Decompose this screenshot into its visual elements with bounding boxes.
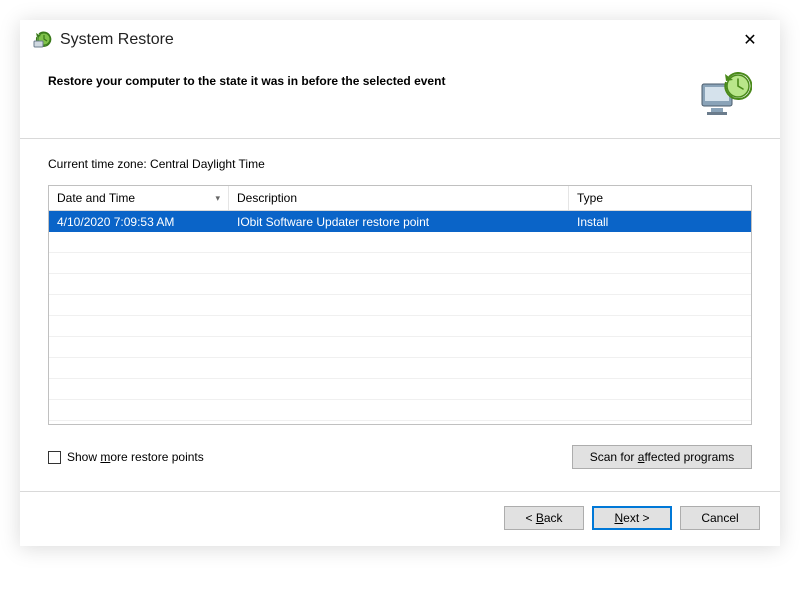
content-area: Current time zone: Central Daylight Time… bbox=[20, 139, 780, 492]
timezone-label: Current time zone: Central Daylight Time bbox=[48, 157, 752, 171]
show-more-label: Show more restore points bbox=[67, 450, 204, 464]
next-button[interactable]: Next > bbox=[592, 506, 672, 530]
restore-points-table[interactable]: Date and Time ▾ Description Type 4/10/20… bbox=[48, 185, 752, 425]
wizard-footer: < Back Next > Cancel bbox=[20, 492, 780, 546]
column-header-date-time-label: Date and Time bbox=[57, 191, 135, 205]
show-more-restore-points-checkbox[interactable]: Show more restore points bbox=[48, 450, 204, 464]
back-button[interactable]: < Back bbox=[504, 506, 584, 530]
table-row[interactable]: 4/10/2020 7:09:53 AM IObit Software Upda… bbox=[49, 211, 751, 232]
column-header-description[interactable]: Description bbox=[229, 186, 569, 210]
sort-indicator-icon: ▾ bbox=[215, 193, 220, 204]
column-header-date-time[interactable]: Date and Time ▾ bbox=[49, 186, 229, 210]
table-header: Date and Time ▾ Description Type bbox=[49, 186, 751, 211]
close-button[interactable]: ✕ bbox=[732, 26, 768, 54]
system-restore-window: System Restore ✕ Restore your computer t… bbox=[20, 20, 780, 546]
column-header-type[interactable]: Type bbox=[569, 186, 751, 210]
checkbox-box-icon bbox=[48, 451, 61, 464]
page-heading: Restore your computer to the state it wa… bbox=[48, 72, 698, 88]
restore-illustration-icon bbox=[698, 72, 752, 120]
scan-affected-programs-button[interactable]: Scan for affected programs bbox=[572, 445, 752, 469]
cell-date-time: 4/10/2020 7:09:53 AM bbox=[49, 215, 229, 229]
system-restore-icon bbox=[32, 30, 52, 50]
titlebar: System Restore ✕ bbox=[20, 20, 780, 64]
cell-type: Install bbox=[569, 215, 751, 229]
cell-description: IObit Software Updater restore point bbox=[229, 215, 569, 229]
header-strip: Restore your computer to the state it wa… bbox=[20, 64, 780, 139]
window-title: System Restore bbox=[60, 31, 174, 49]
cancel-button[interactable]: Cancel bbox=[680, 506, 760, 530]
table-body: 4/10/2020 7:09:53 AM IObit Software Upda… bbox=[49, 211, 751, 423]
options-row: Show more restore points Scan for affect… bbox=[48, 445, 752, 469]
